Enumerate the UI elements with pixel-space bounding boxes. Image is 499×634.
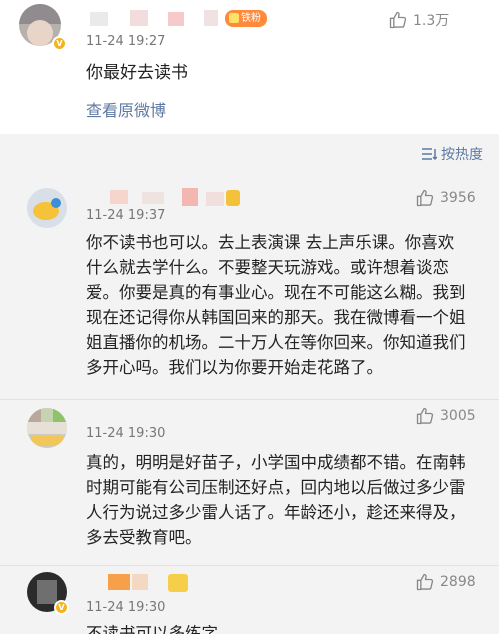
comment-like-button[interactable]: 3956 [415, 188, 476, 208]
comment-item: 3005 11-24 19:30 真的，明明是好苗子，小学国中成绩都不错。在南韩… [0, 400, 499, 565]
commenter-name-mosaic [86, 186, 246, 208]
original-post: V 铁粉 1.3万 11-24 19:27 你最好去读书 查看原微博 [0, 0, 499, 134]
comment-timestamp: 11-24 19:37 [86, 208, 166, 223]
comment-text: 真的，明明是好苗子，小学国中成绩都不错。在南韩时期可能有公司压制还好点，回内地以… [86, 453, 466, 547]
comment-timestamp: 11-24 19:30 [86, 426, 166, 441]
post-like-count: 1.3万 [413, 13, 450, 29]
commenter-avatar[interactable] [27, 188, 67, 228]
comment-like-count: 3005 [440, 408, 476, 424]
commenter-name-mosaic [86, 572, 206, 592]
comment-text: 不读书可以多练字 [86, 624, 218, 634]
sort-label: 按热度 [441, 147, 483, 163]
fan-heart-icon [229, 13, 239, 23]
comments-section: 按热度 3956 11-24 19:37 你不读书也可以。去上表演课 去上声乐课… [0, 134, 499, 634]
thumbs-up-icon [416, 407, 434, 425]
comment-like-count: 2898 [440, 574, 476, 590]
comment-timestamp: 11-24 19:30 [86, 600, 166, 615]
post-author-name-mosaic [90, 8, 220, 28]
verified-badge-icon: V [54, 600, 69, 615]
post-like-button[interactable]: 1.3万 [388, 10, 449, 30]
post-timestamp: 11-24 19:27 [86, 34, 166, 49]
comment-like-button[interactable]: 3005 [415, 406, 476, 426]
comment-like-button[interactable]: 2898 [415, 572, 476, 592]
verified-badge-icon: V [52, 36, 67, 51]
thumbs-up-icon [389, 11, 407, 29]
commenter-avatar[interactable] [27, 408, 67, 448]
commenter-name-mosaic [86, 408, 146, 428]
post-text: 你最好去读书 [86, 63, 188, 83]
comment-item: 3956 11-24 19:37 你不读书也可以。去上表演课 去上声乐课。你喜欢… [0, 178, 499, 398]
sort-icon [422, 148, 437, 161]
view-original-link[interactable]: 查看原微博 [86, 97, 166, 121]
comment-text: 你不读书也可以。去上表演课 去上声乐课。你喜欢什么就去学什么。不要整天玩游戏。或… [86, 233, 466, 377]
comment-like-count: 3956 [440, 190, 476, 206]
sort-row: 按热度 [0, 134, 499, 174]
fan-badge: 铁粉 [225, 10, 267, 27]
thumbs-up-icon [416, 573, 434, 591]
sort-by-hot-button[interactable]: 按热度 [421, 144, 483, 164]
thumbs-up-icon [416, 189, 434, 207]
comment-item: V 2898 11-24 19:30 不读书可以多练字 [0, 566, 499, 634]
fan-badge-label: 铁粉 [241, 13, 261, 24]
